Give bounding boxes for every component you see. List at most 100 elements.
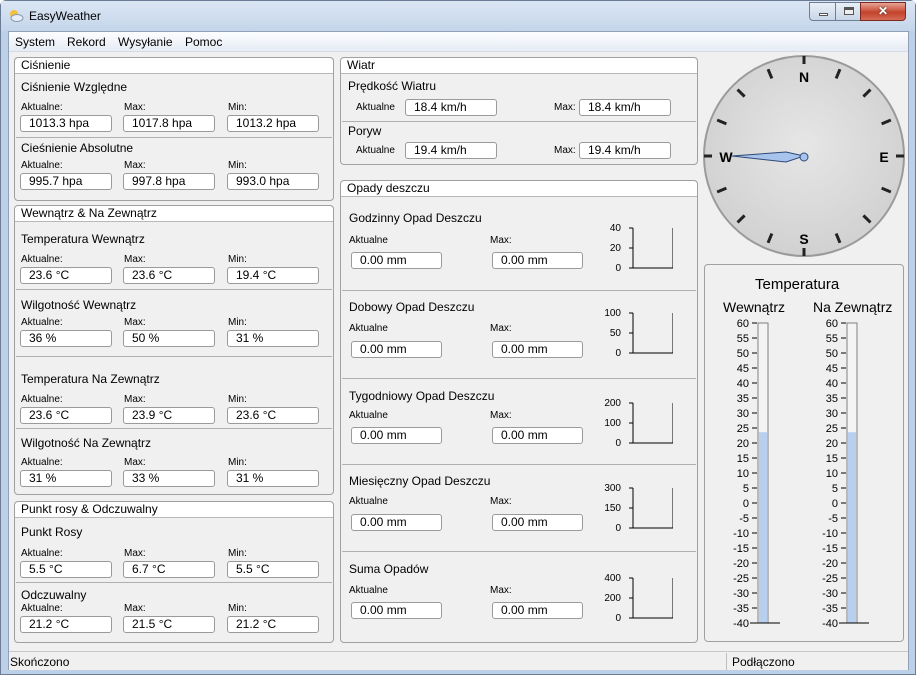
outdoor-thermometer-tick-label: -30 (822, 588, 838, 600)
divider (342, 551, 696, 552)
outdoor-thermometer-tick-label: 40 (826, 378, 838, 390)
current-label: Aktualne: (21, 603, 63, 614)
indoor-thermometer-tick-label: -15 (733, 543, 749, 555)
scale-tick-label: 40 (609, 223, 621, 234)
outdoor-temperature-min: 23.6 °C (227, 407, 319, 424)
rain-daily-current: 0.00 mm (351, 341, 442, 358)
rain-gauge-axis (629, 312, 673, 354)
max-label: Max: (124, 102, 146, 113)
menu-bar: System Rekord Wysyłanie Pomoc (9, 32, 908, 52)
indoor-thermometer-tick-label: 30 (737, 408, 749, 420)
pressure-group-title: Ciśnienie (15, 58, 333, 74)
indoor-thermometer-tick-label: 15 (737, 453, 749, 465)
rain-weekly-gauge: 200 100 0 (593, 398, 673, 449)
min-label: Min: (228, 548, 247, 559)
window-title: EasyWeather (29, 9, 101, 23)
max-label: Max: (124, 160, 146, 171)
divider (16, 289, 332, 290)
current-label: Aktualne (349, 585, 388, 596)
rain-hourly-gauge: 40 20 0 (593, 223, 673, 274)
maximize-icon (844, 7, 854, 15)
rain-total-current: 0.00 mm (351, 602, 442, 619)
current-label: Aktualne (356, 145, 395, 156)
outdoor-thermometer-tick-label: -5 (828, 513, 838, 525)
status-right: Podłączono (732, 655, 795, 669)
min-label: Min: (228, 254, 247, 265)
outdoor-thermometer-tick-label: 25 (826, 423, 838, 435)
current-label: Aktualne (356, 102, 395, 113)
outdoor-humidity-title: Wilgotność Na Zewnątrz (21, 436, 152, 450)
indoor-temperature-min: 19.4 °C (227, 267, 319, 284)
wind-speed-current: 18.4 km/h (405, 99, 497, 116)
dew-feels-group: Punkt rosy & Odczuwalny Punkt Rosy Aktua… (14, 501, 334, 643)
temperature-panel: Temperatura Wewnątrz Na Zewnątrz 60 55 50 4… (704, 264, 904, 642)
menu-rekord[interactable]: Rekord (67, 35, 106, 49)
compass-dial: N E S W (703, 55, 905, 257)
minimize-icon (819, 13, 828, 16)
wind-speed-title: Prędkość Wiatru (348, 79, 437, 93)
outdoor-temperature-max: 23.9 °C (123, 407, 215, 424)
outdoor-thermometer-tick-label: 55 (826, 333, 838, 345)
scale-tick-label: 50 (609, 328, 621, 339)
outdoor-thermometer-tick-label: 30 (826, 408, 838, 420)
compass-north-label: N (799, 69, 809, 85)
indoor-outdoor-group: Wewnątrz & Na Zewnątrz Temperatura Wewną… (14, 205, 334, 495)
indoor-thermometer-tick-label: 35 (737, 393, 749, 405)
absolute-pressure-title: Cieśnienie Absolutne (21, 141, 134, 155)
indoor-humidity-max: 50 % (123, 330, 215, 347)
outdoor-thermometer-tick-label: -40 (822, 618, 838, 630)
relative-pressure-max: 1017.8 hpa (123, 115, 215, 132)
rain-gauge-axis (629, 227, 673, 269)
indoor-thermometer-tick-label: 5 (743, 483, 749, 495)
current-label: Aktualne: (21, 317, 63, 328)
rain-gauge-axis (629, 402, 673, 444)
rain-gauge-axis (629, 487, 673, 529)
max-label: Max: (490, 496, 512, 507)
dew-feels-group-title: Punkt rosy & Odczuwalny (15, 502, 333, 518)
max-label: Max: (490, 323, 512, 334)
menu-system[interactable]: System (15, 35, 55, 49)
rain-daily-title: Dobowy Opad Deszczu (349, 300, 475, 314)
status-separator (726, 653, 727, 670)
outdoor-humidity-min: 31 % (227, 470, 319, 487)
outdoor-humidity-current: 31 % (20, 470, 112, 487)
outdoor-thermometer-tick-label: 5 (832, 483, 838, 495)
rain-total-title: Suma Opadów (349, 562, 429, 576)
indoor-temperature-title: Temperatura Wewnątrz (21, 232, 145, 246)
current-label: Aktualne: (21, 254, 63, 265)
outdoor-thermometer-tick-label: 60 (826, 318, 838, 330)
rain-hourly-current: 0.00 mm (351, 252, 442, 269)
current-label: Aktualne: (21, 394, 63, 405)
feels-like-max: 21.5 °C (123, 616, 215, 633)
wind-group: Wiatr Prędkość Wiatru Aktualne 18.4 km/h… (340, 57, 698, 165)
current-label: Aktualne (349, 235, 388, 246)
menu-pomoc[interactable]: Pomoc (185, 35, 222, 49)
compass-south-label: S (799, 231, 808, 247)
wind-group-title: Wiatr (341, 58, 697, 74)
current-label: Aktualne (349, 410, 388, 421)
divider (16, 428, 332, 429)
maximize-button[interactable] (835, 2, 861, 21)
divider (16, 137, 332, 138)
rain-total-gauge: 400 200 0 (593, 573, 673, 624)
outdoor-thermometer-tick-label: -20 (822, 558, 838, 570)
max-label: Max: (490, 410, 512, 421)
outdoor-thermometer-tick-label: 10 (826, 468, 838, 480)
compass-east-label: E (879, 149, 888, 165)
divider (342, 290, 696, 291)
dew-point-title: Punkt Rosy (21, 525, 83, 539)
close-button[interactable]: ✕ (860, 2, 906, 21)
title-bar[interactable]: EasyWeather ✕ (1, 1, 915, 31)
rain-monthly-title: Miesięczny Opad Deszczu (349, 474, 491, 488)
min-label: Min: (228, 394, 247, 405)
menu-wysylanie[interactable]: Wysyłanie (118, 35, 173, 49)
current-label: Aktualne (349, 323, 388, 334)
max-label: Max: (124, 548, 146, 559)
indoor-thermometer-tick-label: -40 (733, 618, 749, 630)
scale-tick-label: 0 (615, 263, 621, 274)
relative-pressure-min: 1013.2 hpa (227, 115, 319, 132)
minimize-button[interactable] (809, 2, 836, 21)
rain-group: Opady deszczu Godzinny Opad Deszczu Aktu… (340, 180, 698, 643)
status-left: Skończono (10, 655, 70, 669)
scale-tick-label: 0 (615, 348, 621, 359)
